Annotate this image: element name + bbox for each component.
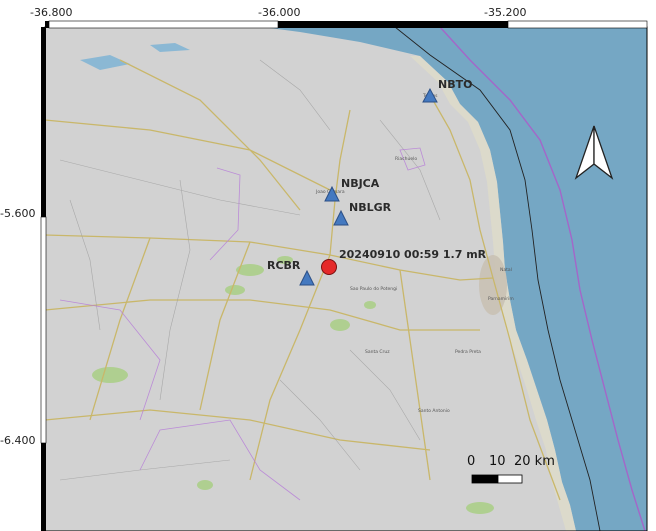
epicenter-marker-icon[interactable] — [321, 259, 337, 275]
event-label: 20240910 00:59 1.7 mR — [339, 248, 487, 261]
town-label: Pedra Preta — [455, 349, 481, 355]
station-label: NBTO — [438, 78, 472, 91]
urban-area — [479, 255, 507, 315]
town-label: Parnamirim — [488, 296, 514, 302]
map-canvas[interactable]: Natal Parnamirim Touros Sao Paulo do Pot… — [0, 0, 656, 531]
town-label: Sao Paulo do Potengi — [350, 286, 397, 292]
scale-tick-label: 0 — [467, 454, 475, 469]
station-label: RCBR — [267, 259, 301, 272]
town-label: Riachuelo — [395, 156, 417, 162]
scale-tick-label: 10 — [489, 454, 506, 469]
town-label: Santo Antonio — [418, 408, 450, 414]
town-label: Natal — [500, 267, 512, 273]
scale-tick-label: 20 km — [514, 454, 555, 469]
station-label: NBLGR — [349, 201, 392, 214]
town-label: Santa Cruz — [365, 349, 390, 355]
station-label: NBJCA — [341, 177, 380, 190]
